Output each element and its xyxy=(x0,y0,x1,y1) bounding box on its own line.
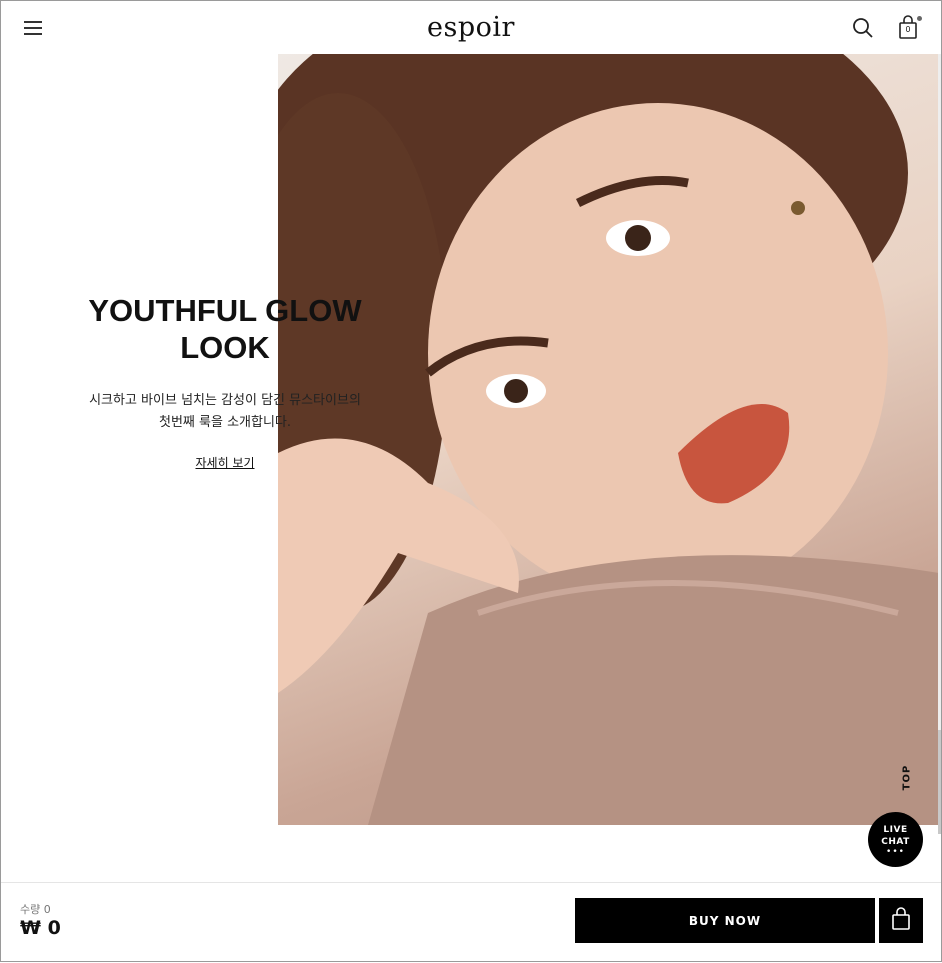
live-chat-dots: ••• xyxy=(886,847,905,857)
hero-desc-line1: 시크하고 바이브 넘치는 감성이 담긴 뮤스타이브의 xyxy=(89,393,361,408)
quantity-label: 수량 0 xyxy=(20,903,51,916)
page-scrollbar-thumb[interactable] xyxy=(938,730,942,834)
view-details-link[interactable]: 자세히 보기 xyxy=(195,454,254,471)
purchase-bar: 수량 0 ₩ 0 BUY NOW xyxy=(0,882,942,963)
live-chat-button[interactable]: LIVE CHAT ••• xyxy=(868,812,923,867)
hero-title: YOUTHFUL GLOW LOOK xyxy=(0,292,450,366)
search-icon[interactable] xyxy=(852,17,874,39)
shopping-bag-icon xyxy=(892,907,910,930)
live-chat-line1: LIVE xyxy=(883,825,908,835)
add-to-cart-button[interactable] xyxy=(879,898,923,943)
hero-text-block: YOUTHFUL GLOW LOOK 시크하고 바이브 넘치는 감성이 담긴 뮤… xyxy=(0,292,450,471)
shopping-bag-icon[interactable]: 0 xyxy=(896,14,922,42)
site-header: espoir 0 xyxy=(0,0,942,54)
cart-count-badge: 0 xyxy=(905,25,911,34)
scroll-top-label: TOP xyxy=(901,764,913,791)
total-price: ₩ 0 xyxy=(20,917,61,939)
page-scrollbar-track[interactable] xyxy=(938,54,942,834)
scroll-top-button[interactable]: TOP xyxy=(900,764,914,792)
hero-title-line1: YOUTHFUL GLOW xyxy=(88,293,362,328)
hero-description: 시크하고 바이브 넘치는 감성이 담긴 뮤스타이브의 첫번째 룩을 소개합니다. xyxy=(0,390,450,434)
buy-now-button[interactable]: BUY NOW xyxy=(575,898,875,943)
cart-indicator-dot xyxy=(917,16,922,21)
hero-desc-line2: 첫번째 룩을 소개합니다. xyxy=(159,415,291,430)
brand-logo[interactable]: espoir xyxy=(0,12,942,43)
hero-title-line2: LOOK xyxy=(180,330,270,365)
